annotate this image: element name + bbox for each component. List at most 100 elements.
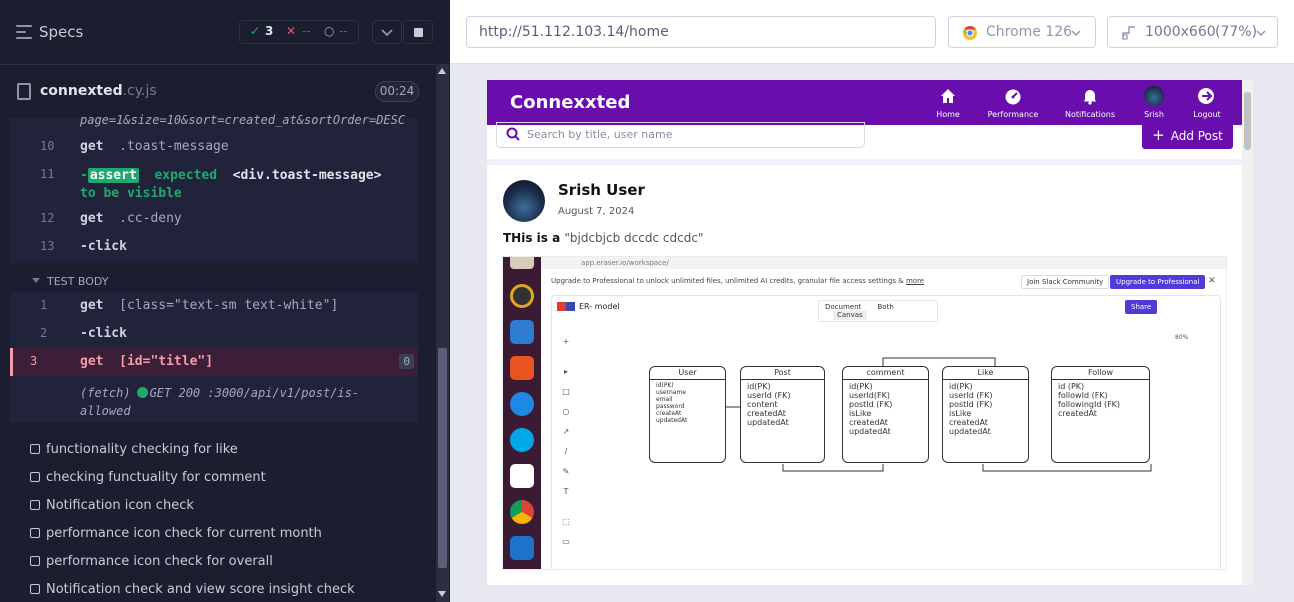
cmd-arg: [id="title"] [119,354,214,369]
command-row[interactable]: 10 get .toast-message [10,133,418,161]
test-status-icon [30,472,40,482]
fetch-log[interactable]: (fetch) GET 200 :3000/api/v1/post/is-allo… [80,384,400,420]
app-brand[interactable]: Connexxted [510,92,630,113]
scroll-down-icon[interactable] [438,591,446,597]
passed-count: 3 [265,24,274,38]
assert-text: to be [80,186,120,201]
nav-home[interactable]: Home [918,86,978,119]
pass-check-icon: ✓ [250,24,261,38]
post-avatar[interactable] [503,180,545,222]
chevron-down-icon [1256,30,1266,36]
table-field: password [656,403,685,410]
spec-file-name[interactable]: connexted.cy.js [40,83,157,99]
cmd-text: get [80,298,104,313]
specs-list-icon[interactable] [16,25,32,39]
post-username[interactable]: Srish User [558,181,645,199]
table-field: username [656,389,686,396]
bell-icon [1083,90,1097,105]
line-number: 1 [40,298,48,312]
stop-button[interactable] [403,20,433,44]
command-row[interactable]: 11 - assert expected <div.toast-message> … [10,161,418,201]
line-number: 12 [40,211,55,225]
test-item[interactable]: performance icon check for overall [30,554,273,574]
table-field: isLike [949,409,972,418]
table-field: isLike [849,409,872,418]
command-name: -click [80,239,127,254]
nav-logout[interactable]: Logout [1177,86,1237,119]
browser-selector[interactable]: Chrome 126 [948,16,1096,48]
test-title: functionality checking for like [46,442,238,457]
add-post-label: Add Post [1170,129,1223,143]
chevron-down-icon [381,29,393,37]
test-item[interactable]: performance icon check for current month [30,526,322,546]
command-name: get [id="title"] [80,354,213,369]
search-input[interactable]: Search by title, user name [496,122,865,148]
nav-label: Home [936,110,960,119]
logout-icon [1198,88,1214,104]
scrollbar-thumb[interactable] [438,348,447,568]
table-field: content [747,400,778,409]
spec-file-base: connexted [40,83,123,99]
spec-file-ext: .cy.js [122,83,157,99]
viewport-size: 1000x660 [1145,24,1216,40]
pending-count: -- [339,24,348,38]
app-preview-panel: http://51.112.103.14/home Chrome 126 100… [450,0,1294,602]
table-field: id(PK) [656,382,674,389]
cmd-arg: [class="text-sm text-white"] [119,298,339,313]
command-row[interactable]: 13 -click [10,233,418,261]
specs-label[interactable]: Specs [39,23,83,41]
test-title: performance icon check for current month [46,526,322,541]
gauge-icon [1005,89,1021,105]
nav-performance[interactable]: Performance [983,86,1043,119]
add-post-button[interactable]: + Add Post [1142,122,1233,149]
table-field: createdAt [849,418,888,427]
app-scrollbar-thumb[interactable] [1244,92,1251,150]
er-table-comment: comment id(PK) userId(FK) postId (FK) is… [842,366,929,463]
runner-panel: Specs ✓ 3 ✕ -- ○ -- connexted.cy.js 00:2… [0,0,450,602]
nav-notifications[interactable]: Notifications [1060,86,1120,119]
viewport-selector[interactable]: 1000x660 (77%) [1107,16,1278,48]
dropdown-button[interactable] [372,20,402,44]
table-name: Follow [1052,367,1149,380]
table-field: createAt [656,410,682,417]
table-name: Post [741,367,824,380]
avatar [1144,86,1164,106]
table-field: updatedAt [949,427,991,436]
table-fields: id (PK) followId (FK) followingId (FK) c… [1052,380,1149,420]
browser-toolbar: http://51.112.103.14/home Chrome 126 100… [450,0,1294,64]
app-navbar: Connexxted Home Performance Notification… [487,80,1242,125]
command-row[interactable]: 12 get .cc-deny [10,205,418,233]
table-field: id (PK) [1058,382,1085,391]
chevron-down-icon [1071,30,1081,36]
fetch-request: GET 200 :3000/api/v1/post/is- [149,386,360,400]
run-timer: 00:24 [375,81,419,102]
test-body-header[interactable]: TEST BODY [47,275,108,288]
url-bar[interactable]: http://51.112.103.14/home [466,16,936,48]
line-number: 3 [30,354,38,368]
table-field: updatedAt [656,417,688,424]
app-scrollbar[interactable] [1242,80,1253,585]
test-title: checking functuality for comment [46,470,266,485]
test-item[interactable]: functionality checking for like [30,442,238,462]
table-field: id(PK) [849,382,873,391]
command-row[interactable]: 2 -click [10,320,418,348]
er-table-like: Like id(PK) userId (FK) postId (FK) isLi… [942,366,1029,463]
nav-profile[interactable]: Srish [1124,86,1184,119]
command-row-active[interactable]: 3 get [id="title"] 0 [10,348,418,376]
test-status-icon [30,444,40,454]
table-fields: id(PK) userId(FK) postId (FK) isLike cre… [843,380,928,438]
nav-label: Srish [1144,110,1164,119]
scroll-up-icon[interactable] [438,68,446,74]
caret-down-icon[interactable] [32,278,40,283]
test-item[interactable]: Notification check and view score insigh… [30,582,355,602]
viewport-icon [1122,26,1135,40]
app-frame: Connexxted Home Performance Notification… [487,80,1253,585]
table-field: createdAt [949,418,988,427]
assert-tag: assert [87,168,139,183]
post-text-bold: THis is a [503,231,565,245]
test-item[interactable]: Notification icon check [30,498,194,518]
test-item[interactable]: checking functuality for comment [30,470,266,490]
command-row[interactable]: 1 get [class="text-sm text-white"] [10,292,418,320]
table-field: followId (FK) [1058,391,1108,400]
post-text: THis is a "bjdcbjcb dccdc cdcdc" [503,231,703,245]
